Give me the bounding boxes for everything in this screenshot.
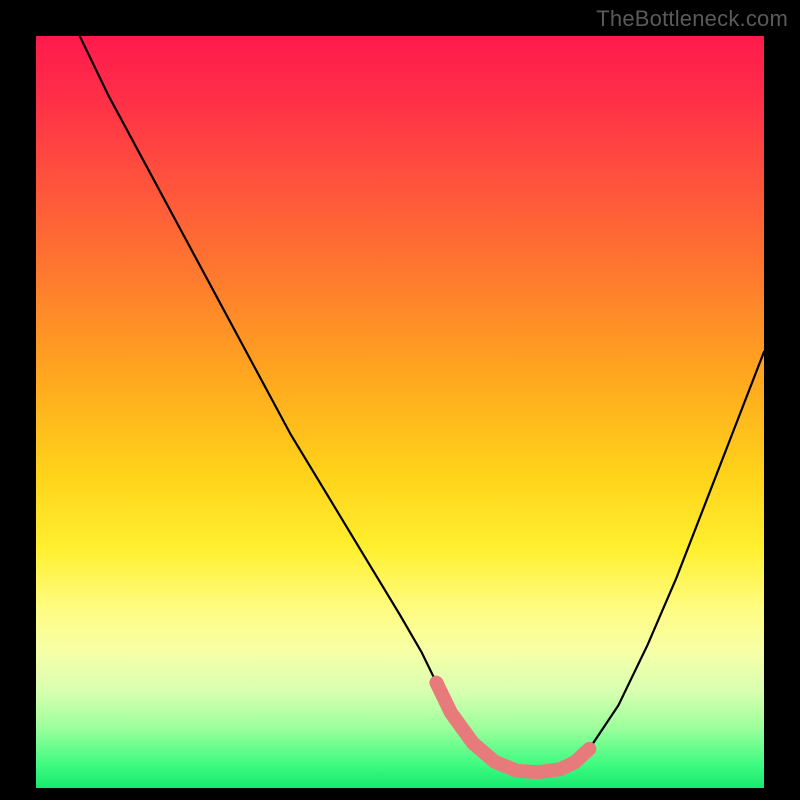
plot-area: [36, 36, 764, 788]
watermark-text: TheBottleneck.com: [596, 6, 788, 32]
bottleneck-curve: [80, 36, 764, 772]
highlight-segment: [436, 683, 589, 773]
chart-frame: TheBottleneck.com: [0, 0, 800, 800]
chart-svg: [36, 36, 764, 788]
